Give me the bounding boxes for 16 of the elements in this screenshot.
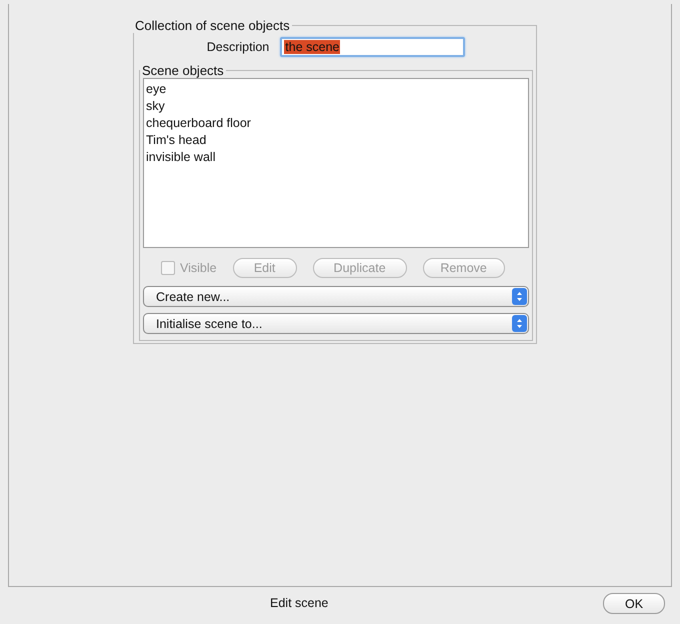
list-item[interactable]: sky [146, 98, 526, 115]
list-item[interactable]: invisible wall [146, 149, 526, 166]
description-field[interactable]: the scene [280, 37, 466, 57]
status-title: Edit scene [270, 596, 328, 610]
visible-label: Visible [180, 261, 217, 275]
dropdown[interactable]: Create new... [143, 286, 529, 307]
dropdown-arrows-icon [512, 288, 527, 305]
list-item[interactable]: eye [146, 81, 526, 98]
list-item[interactable]: Tim's head [146, 132, 526, 149]
list-item[interactable]: chequerboard floor [146, 115, 526, 132]
dropdown-arrows-icon [512, 315, 527, 332]
ok-button[interactable]: OK [603, 593, 665, 614]
dropdown[interactable]: Initialise scene to... [143, 313, 529, 334]
group-title: Collection of scene objects [134, 18, 291, 33]
scene-objects-title: Scene objects [141, 63, 225, 78]
description-label: Description [206, 40, 270, 54]
